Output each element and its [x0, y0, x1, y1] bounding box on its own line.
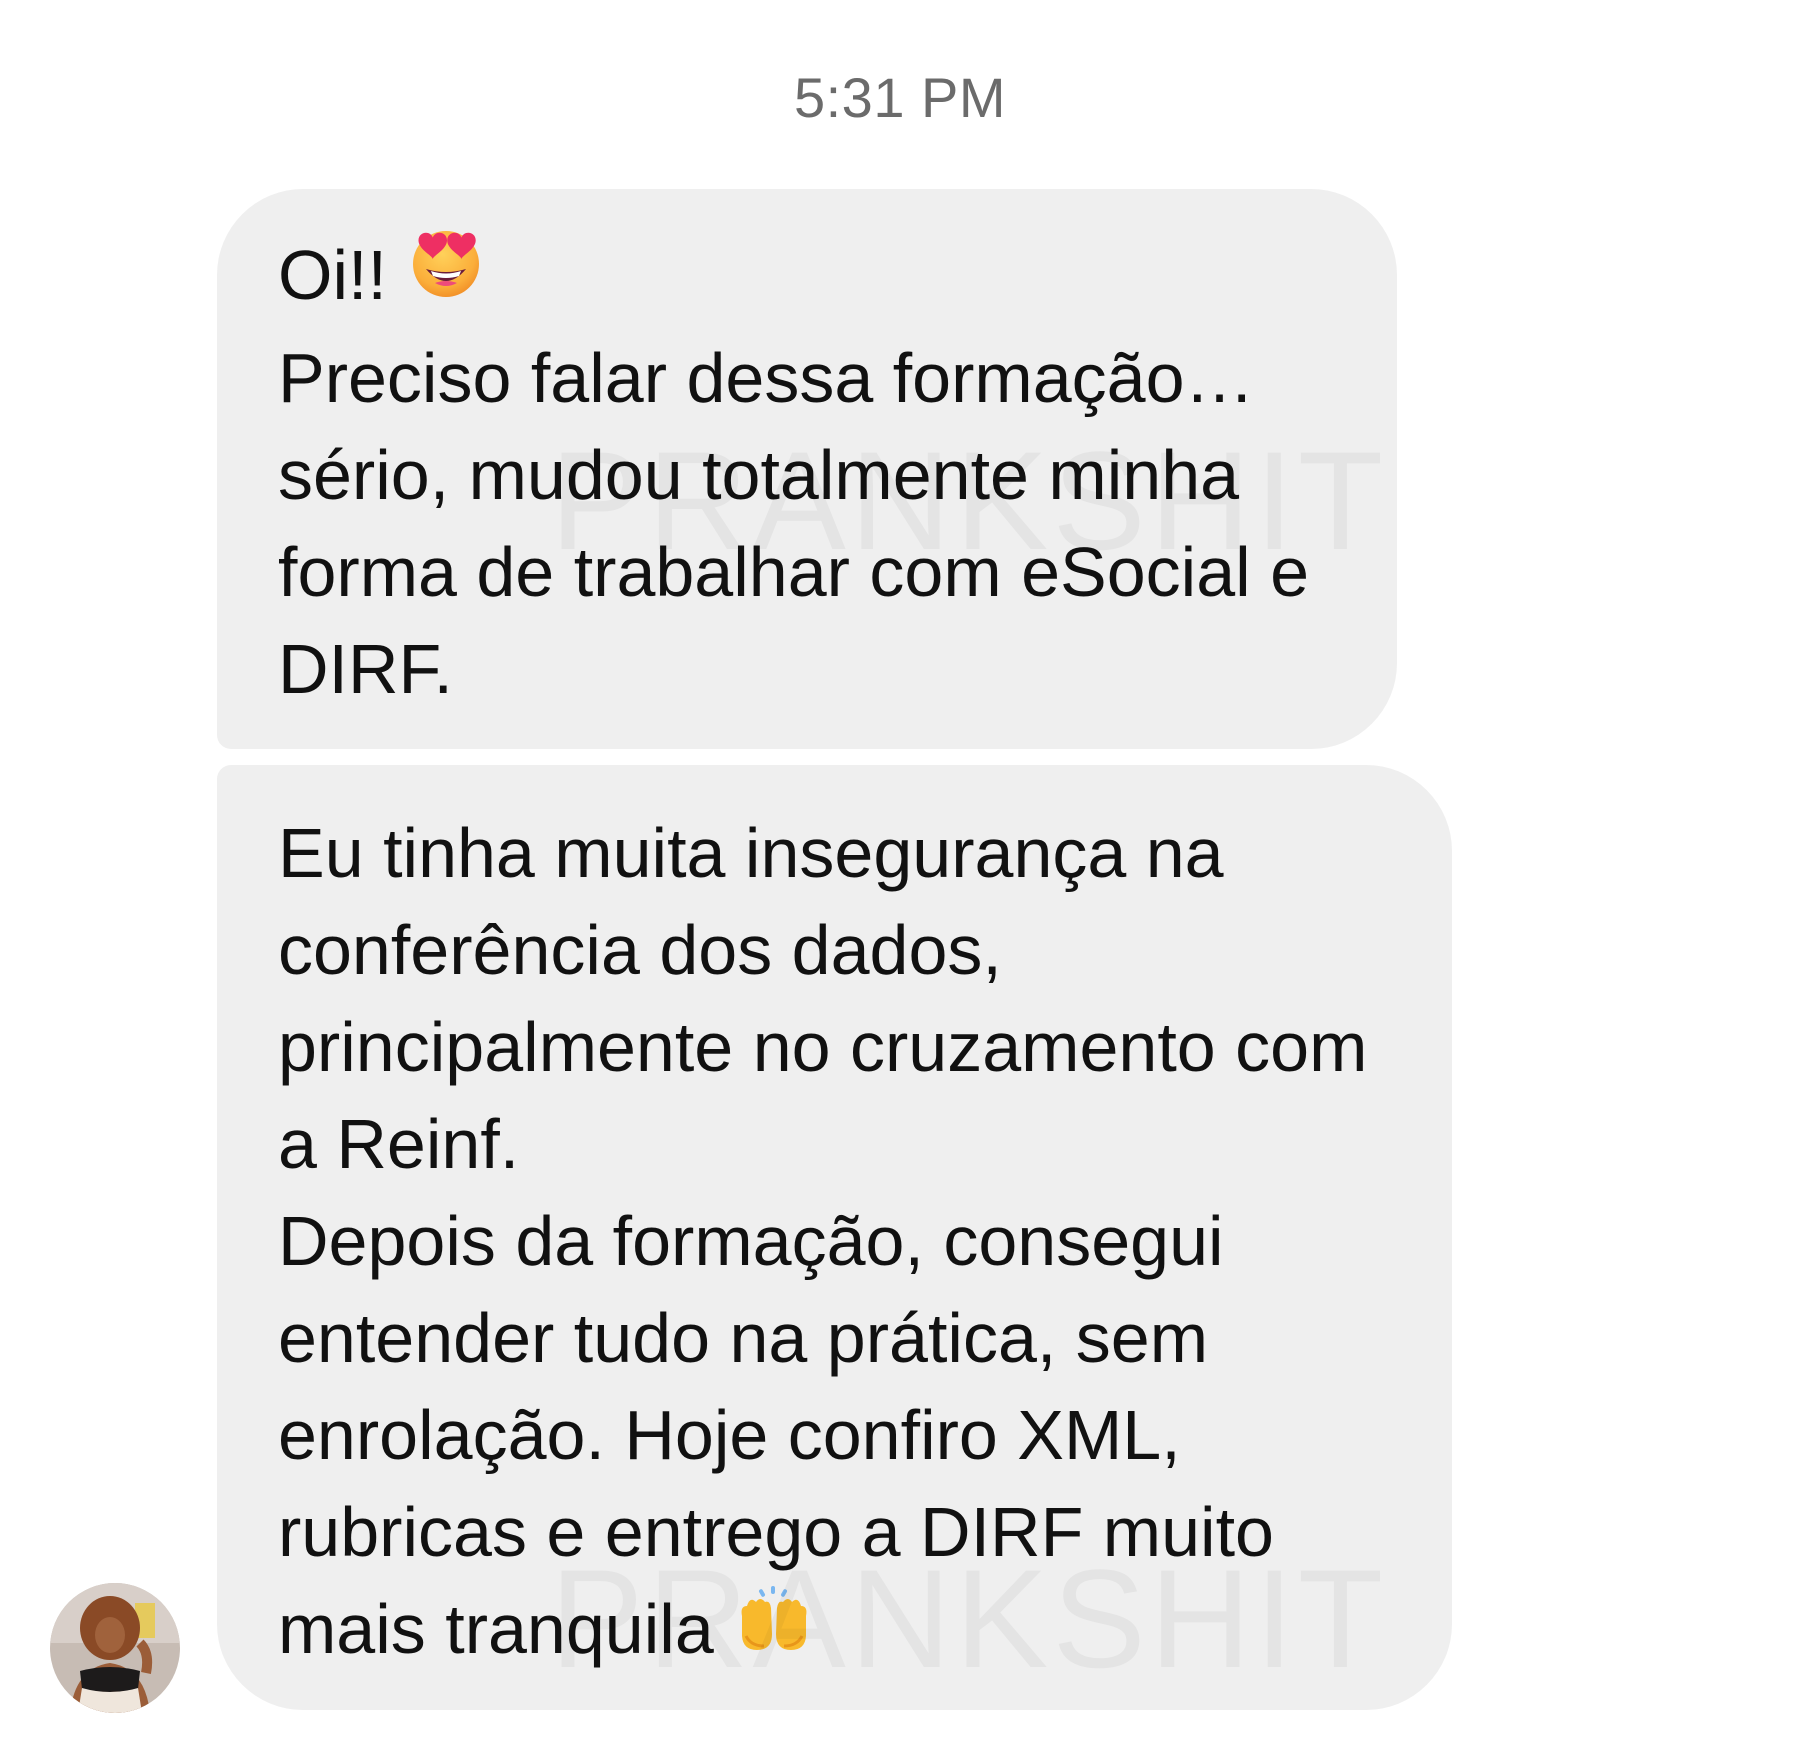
message-line: enrolação. Hoje confiro XML, — [278, 1396, 1181, 1474]
message-line: Oi!! — [278, 227, 1357, 330]
message-bubble-1[interactable]: Oi!! Preciso falar dessa formação… sério… — [217, 189, 1397, 749]
message-line: mais tranquila — [278, 1581, 1412, 1683]
message-line: entender tudo na prática, sem — [278, 1299, 1209, 1377]
message-line: sério, mudou totalmente minha — [278, 436, 1240, 515]
message-line: Eu tinha muita insegurança na — [278, 814, 1224, 892]
message-line: rubricas e entrego a DIRF muito — [278, 1493, 1274, 1571]
contact-avatar[interactable] — [50, 1583, 180, 1713]
message-line: conferência dos dados, — [278, 911, 1002, 989]
timestamp: 5:31 PM — [793, 66, 1007, 129]
star-struck-emoji-icon — [409, 225, 483, 324]
message-line: DIRF. — [278, 630, 453, 709]
message-line: forma de trabalhar com eSocial e — [278, 533, 1310, 612]
message-bubble-2[interactable]: Eu tinha muita insegurança na conferênci… — [217, 765, 1452, 1710]
message-line: a Reinf. — [278, 1105, 520, 1183]
raising-hands-emoji-icon — [736, 1580, 812, 1677]
message-line: principalmente no cruzamento com — [278, 1008, 1368, 1086]
avatar-photo-icon — [50, 1583, 180, 1713]
message-line: Depois da formação, consegui — [278, 1202, 1224, 1280]
message-line: Preciso falar dessa formação… — [278, 339, 1255, 418]
